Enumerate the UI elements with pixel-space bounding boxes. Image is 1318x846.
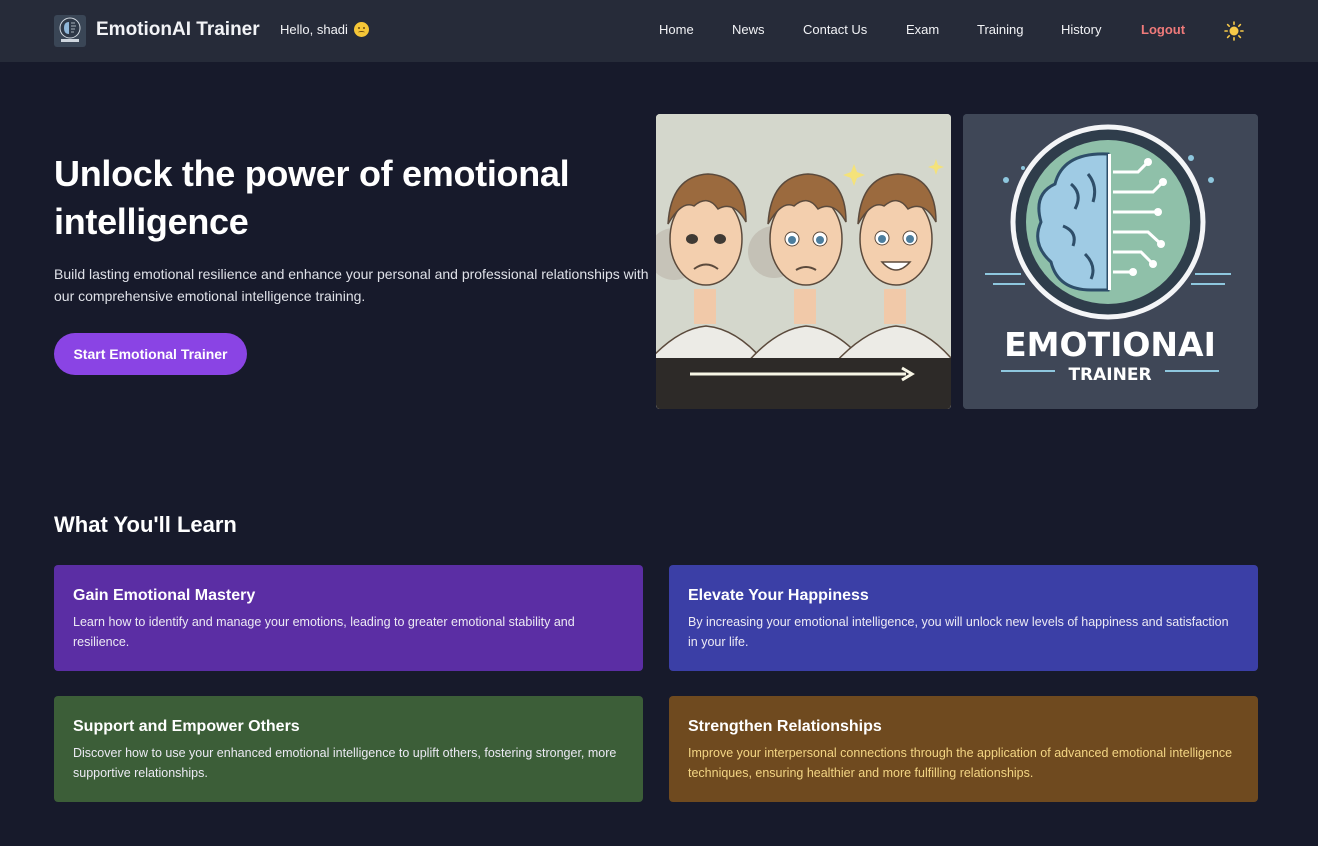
- card-text: Discover how to use your enhanced emotio…: [73, 746, 617, 780]
- brand-name[interactable]: EmotionAI Trainer: [96, 19, 260, 41]
- nav-exam[interactable]: Exam: [906, 22, 939, 37]
- hero-description: Build lasting emotional resilience and e…: [54, 266, 649, 304]
- nav-home[interactable]: Home: [659, 22, 694, 37]
- card-text: By increasing your emotional intelligenc…: [688, 615, 1229, 649]
- card-text: Learn how to identify and manage your em…: [73, 615, 575, 649]
- nav-contact-us[interactable]: Contact Us: [803, 22, 867, 37]
- sun-icon[interactable]: [1224, 21, 1244, 41]
- brand-logo[interactable]: [54, 15, 86, 47]
- nav-training[interactable]: Training: [977, 22, 1023, 37]
- card-title: Support and Empower Others: [73, 718, 300, 735]
- user-greeting: Hello, shadi: [280, 22, 369, 37]
- card-title: Strengthen Relationships: [688, 718, 882, 735]
- start-emotional-trainer-button[interactable]: Start Emotional Trainer: [54, 333, 247, 375]
- learn-card-support-others: Support and Empower Others Discover how …: [54, 696, 643, 802]
- emotionai-logo-image: EMOTIONAI TRAINER: [963, 114, 1258, 409]
- nav-history[interactable]: History: [1061, 22, 1101, 37]
- nav-logout[interactable]: Logout: [1141, 22, 1185, 37]
- learn-heading: What You'll Learn: [54, 512, 237, 537]
- nav-news[interactable]: News: [732, 22, 765, 37]
- card-title: Elevate Your Happiness: [688, 587, 869, 604]
- sad-face-icon: [353, 22, 369, 37]
- learn-card-relationships: Strengthen Relationships Improve your in…: [669, 696, 1258, 802]
- hero-title: Unlock the power of emotional intelligen…: [54, 153, 570, 242]
- logo-text-main: EMOTIONAI: [1004, 325, 1216, 364]
- greeting-text: Hello, shadi: [280, 22, 348, 37]
- learn-card-emotional-mastery: Gain Emotional Mastery Learn how to iden…: [54, 565, 643, 671]
- emotion-progression-illustration: [656, 114, 951, 409]
- card-title: Gain Emotional Mastery: [73, 587, 256, 604]
- learn-card-happiness: Elevate Your Happiness By increasing you…: [669, 565, 1258, 671]
- card-text: Improve your interpersonal connections t…: [688, 746, 1233, 780]
- logo-text-sub: TRAINER: [1068, 365, 1151, 385]
- navbar: EmotionAI Trainer Hello, shadi Home News…: [0, 0, 1318, 62]
